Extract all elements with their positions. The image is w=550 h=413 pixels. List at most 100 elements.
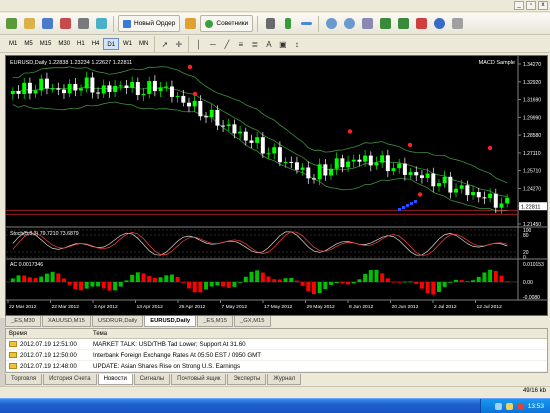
- news-row[interactable]: 2012.07.19 12:51:00 MARKET TALK: USD/THB…: [6, 339, 547, 350]
- timeframe-mn[interactable]: MN: [136, 38, 151, 50]
- timeframe-h4[interactable]: H4: [89, 38, 103, 50]
- restore-icon[interactable]: ▫: [526, 1, 536, 10]
- chart-tab[interactable]: _GX,M15: [234, 316, 271, 327]
- fractal-marker: [347, 129, 353, 134]
- candles: [10, 71, 510, 214]
- candle-chart-button[interactable]: [280, 16, 296, 32]
- vertical-line-icon[interactable]: │: [192, 38, 205, 51]
- tab-journal[interactable]: Журнал: [267, 374, 302, 385]
- chart-tab[interactable]: _ES,M30: [5, 316, 41, 327]
- close-icon[interactable]: x: [538, 1, 548, 10]
- tab-account-history[interactable]: История Счета: [43, 374, 97, 385]
- ac-bar: [329, 282, 334, 285]
- profiles-icon: [23, 18, 35, 29]
- news-row[interactable]: 2012.07.19 12:48:00 UPDATE: Asian Shares…: [6, 361, 547, 372]
- tile-windows-button[interactable]: [359, 16, 375, 32]
- templates-icon: [451, 18, 463, 29]
- column-time[interactable]: Время: [6, 329, 90, 338]
- profiles-button[interactable]: [21, 16, 37, 32]
- candle-body: [10, 91, 15, 94]
- security-icon[interactable]: [516, 402, 524, 410]
- chart-tab[interactable]: _ES,M15: [197, 316, 234, 327]
- chart-tab[interactable]: XAUUSD,M15: [41, 316, 91, 327]
- ac-bar: [130, 274, 135, 282]
- ac-bar: [363, 273, 368, 282]
- periods-button[interactable]: [431, 16, 447, 32]
- candle-body: [22, 82, 27, 94]
- timeframe-m5[interactable]: M5: [21, 38, 35, 50]
- templates-button[interactable]: [449, 16, 465, 32]
- timeframe-m1[interactable]: M1: [6, 38, 20, 50]
- navigator-button[interactable]: [57, 16, 73, 32]
- chart-tab-active[interactable]: EURUSD,Daily: [144, 316, 197, 327]
- text-icon[interactable]: A: [262, 38, 275, 51]
- tab-mailbox[interactable]: Почтовый ящик: [171, 374, 227, 385]
- candle-body: [124, 85, 129, 88]
- candle-body: [16, 91, 21, 94]
- new-order-button[interactable]: Новый Ордер: [118, 15, 181, 32]
- candle-body: [39, 78, 44, 91]
- stoch-label: Stoch(5,3,3) 79.7210 73.6879: [10, 231, 79, 237]
- chart-tabs: _ES,M30 XAUUSD,M15 USDRUR,Daily EURUSD,D…: [5, 316, 548, 327]
- terminal-icon: [77, 18, 89, 29]
- zoom-out-button[interactable]: [341, 16, 357, 32]
- candle-body: [27, 82, 32, 94]
- candle-body: [277, 147, 282, 163]
- bar-chart-button[interactable]: [262, 16, 278, 32]
- crosshair-icon[interactable]: ✛: [172, 38, 185, 51]
- candle-body: [329, 168, 334, 176]
- new-order-label: Новый Ордер: [134, 20, 176, 27]
- terminal-button[interactable]: [75, 16, 91, 32]
- column-topic[interactable]: Тема: [90, 329, 547, 338]
- volume-icon[interactable]: [505, 402, 513, 410]
- channel-icon[interactable]: ≡: [234, 38, 247, 51]
- minimize-icon[interactable]: _: [514, 1, 524, 10]
- ac-bar: [482, 272, 487, 282]
- candle-body: [266, 153, 271, 155]
- arrows-icon[interactable]: ↕: [290, 38, 303, 51]
- chart-shift-button[interactable]: [395, 16, 411, 32]
- candle-body: [272, 147, 277, 154]
- price-chart[interactable]: 10080200Stoch(5,3,3) 79.7210 73.6879 0.0…: [6, 56, 547, 315]
- timeframe-w1[interactable]: W1: [120, 38, 135, 50]
- experts-button[interactable]: Советники: [200, 15, 254, 32]
- cursor-icon[interactable]: ➚: [158, 38, 171, 51]
- line-chart-button[interactable]: [298, 16, 314, 32]
- tab-trade[interactable]: Торговля: [5, 374, 43, 385]
- network-icon[interactable]: [494, 402, 502, 410]
- tab-signals[interactable]: Сигналы: [133, 374, 171, 385]
- ac-bar: [22, 275, 27, 282]
- tab-news[interactable]: Новости: [97, 374, 133, 385]
- fibonacci-icon[interactable]: ≣: [248, 38, 261, 51]
- label-icon[interactable]: ▣: [276, 38, 289, 51]
- fractal-marker: [192, 91, 198, 97]
- tester-button[interactable]: [93, 16, 109, 32]
- candle-body: [505, 197, 510, 204]
- timeframe-h1[interactable]: H1: [74, 38, 88, 50]
- tab-experts[interactable]: Эксперты: [227, 374, 267, 385]
- trendline-icon[interactable]: ╱: [220, 38, 233, 51]
- ac-bar: [204, 282, 209, 290]
- horizontal-line-icon[interactable]: ─: [206, 38, 219, 51]
- chart-window[interactable]: 100 80 20 0 Stoch(5,3,3) 79.7210 73.6879 0.0…: [5, 55, 548, 316]
- chart-tab[interactable]: USDRUR,Daily: [91, 316, 144, 327]
- price-tick-label: 1.34270: [523, 62, 541, 68]
- candle-body: [436, 183, 441, 187]
- ac-bar: [243, 276, 248, 282]
- news-row[interactable]: 2012.07.19 12:50:00 Interbank Foreign Ex…: [6, 350, 547, 361]
- metaeditor-button[interactable]: [182, 16, 198, 32]
- timeframe-m15[interactable]: M15: [37, 38, 55, 50]
- timeframe-d1[interactable]: D1: [103, 38, 120, 50]
- price-tick-label: 1.21450: [523, 222, 541, 228]
- autoscroll-button[interactable]: [377, 16, 393, 32]
- candle-body: [402, 163, 407, 175]
- new-chart-button[interactable]: [3, 16, 19, 32]
- ac-bar: [164, 275, 169, 282]
- timeframe-m30[interactable]: M30: [55, 38, 73, 50]
- toolbar-separator: [318, 15, 320, 32]
- expert-label: MACD Sample: [479, 60, 515, 66]
- ac-bar: [351, 282, 356, 284]
- indicators-button[interactable]: [413, 16, 429, 32]
- market-watch-button[interactable]: [39, 16, 55, 32]
- zoom-in-button[interactable]: [323, 16, 339, 32]
